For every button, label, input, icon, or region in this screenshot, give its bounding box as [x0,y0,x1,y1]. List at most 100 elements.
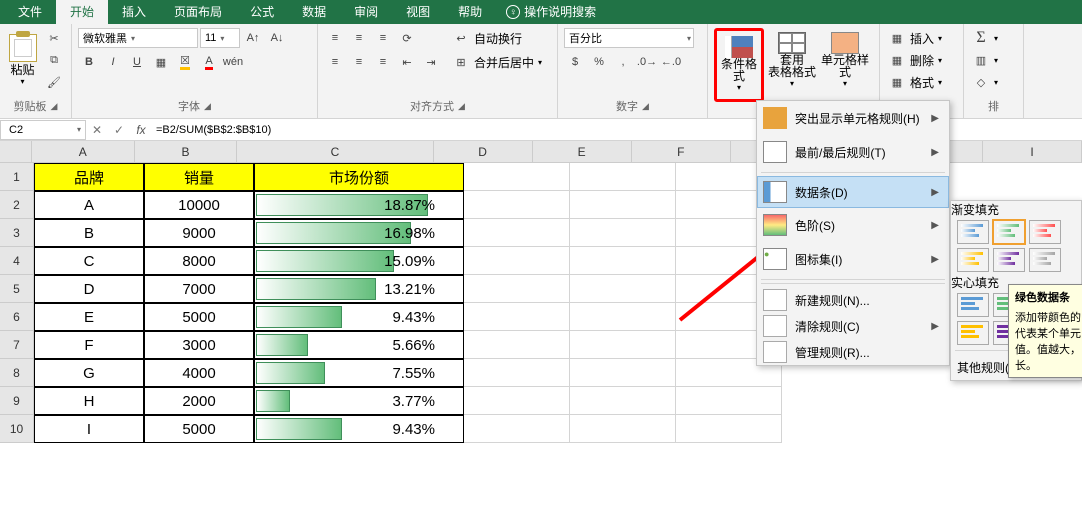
cf-menu-item[interactable]: 数据条(D)▶ [757,176,949,208]
cf-rule-item[interactable]: 清除规则(C)▶ [757,313,949,339]
empty-cell[interactable] [570,163,676,191]
empty-cell[interactable] [464,331,570,359]
merge-center-button[interactable]: 合并后居中 [474,54,534,71]
wrap-text-button[interactable]: 自动换行 [474,30,522,47]
databar-swatch[interactable] [957,321,989,345]
name-box[interactable]: C2▾ [0,120,86,140]
increase-font-button[interactable]: A↑ [242,28,264,48]
currency-button[interactable]: $ [564,52,586,72]
insert-cells-button[interactable]: 插入 [910,30,934,47]
tell-me[interactable]: 操作说明搜索 [524,0,610,24]
launcher-icon[interactable]: ◢ [204,101,211,112]
tab-help[interactable]: 帮助 [444,0,496,24]
empty-cell[interactable] [464,191,570,219]
cf-rule-item[interactable]: 新建规则(N)... [757,287,949,313]
col-header-F[interactable]: F [632,141,731,163]
col-header-B[interactable]: B [135,141,238,163]
empty-cell[interactable] [676,387,782,415]
cell-share[interactable]: 9.43% [254,415,464,443]
empty-cell[interactable] [570,219,676,247]
number-format-combo[interactable]: 百分比▾ [564,28,694,48]
conditional-format-button[interactable]: 条件格式 ▾ [718,32,760,98]
percent-button[interactable]: % [588,52,610,72]
format-cells-button[interactable]: 格式 [910,74,934,91]
cell-share[interactable]: 15.09% [254,247,464,275]
col-header-D[interactable]: D [434,141,533,163]
tab-home[interactable]: 开始 [56,0,108,24]
accept-formula-button[interactable]: ✓ [108,123,130,137]
empty-cell[interactable] [464,303,570,331]
row-header[interactable]: 5 [0,275,34,303]
cell-sales[interactable]: 7000 [144,275,254,303]
row-header[interactable]: 10 [0,415,34,443]
databar-swatch[interactable] [957,220,989,244]
cf-menu-item[interactable]: 色阶(S)▶ [757,208,949,242]
empty-cell[interactable] [464,415,570,443]
tab-file[interactable]: 文件 [4,0,56,24]
select-all-triangle[interactable] [0,141,32,163]
fill-color-button[interactable]: ☒ [174,52,196,72]
cf-menu-item[interactable]: 图标集(I)▶ [757,242,949,276]
align-left-button[interactable]: ≡ [324,52,346,72]
align-bottom-button[interactable]: ≡ [372,28,394,48]
col-header-A[interactable]: A [32,141,135,163]
cell-brand[interactable]: A [34,191,144,219]
indent-left-button[interactable]: ⇤ [396,52,418,72]
launcher-icon[interactable]: ◢ [51,101,58,112]
cell-brand[interactable]: I [34,415,144,443]
cell-sales[interactable]: 9000 [144,219,254,247]
cell-share[interactable]: 7.55% [254,359,464,387]
cell-sales[interactable]: 3000 [144,331,254,359]
tab-formulas[interactable]: 公式 [236,0,288,24]
cell-sales[interactable]: 5000 [144,415,254,443]
row-header[interactable]: 9 [0,387,34,415]
tab-view[interactable]: 视图 [392,0,444,24]
row-header[interactable]: 4 [0,247,34,275]
align-right-button[interactable]: ≡ [372,52,394,72]
cut-button[interactable]: ✂ [43,28,65,48]
col-header-C[interactable]: C [237,141,433,163]
row-header[interactable]: 2 [0,191,34,219]
empty-cell[interactable] [464,163,570,191]
font-color-button[interactable]: A [198,52,220,72]
databar-swatch[interactable] [1029,248,1061,272]
launcher-icon[interactable]: ◢ [458,101,465,112]
format-painter-button[interactable]: 🖌 [43,72,65,92]
row-header[interactable]: 6 [0,303,34,331]
databar-swatch[interactable] [993,220,1025,244]
databar-swatch[interactable] [957,293,989,317]
tab-review[interactable]: 审阅 [340,0,392,24]
empty-cell[interactable] [570,275,676,303]
autosum-button[interactable]: Σ [970,28,992,48]
cf-menu-item[interactable]: 最前/最后规则(T)▶ [757,135,949,169]
fx-button[interactable]: fx [130,123,152,137]
align-top-button[interactable]: ≡ [324,28,346,48]
col-header-I[interactable]: I [983,141,1082,163]
cell-brand[interactable]: H [34,387,144,415]
empty-cell[interactable] [464,219,570,247]
cell-sales[interactable]: 10000 [144,191,254,219]
clear-button[interactable]: ◇ [970,72,992,92]
italic-button[interactable]: I [102,52,124,72]
pinyin-button[interactable]: wén [222,52,244,72]
empty-cell[interactable] [570,415,676,443]
databar-swatch[interactable] [957,248,989,272]
copy-button[interactable]: ⧉ [43,50,65,70]
border-button[interactable]: ▦ [150,52,172,72]
font-size-combo[interactable]: 11▾ [200,28,240,48]
tab-insert[interactable]: 插入 [108,0,160,24]
cell-brand[interactable]: E [34,303,144,331]
cell-sales[interactable]: 8000 [144,247,254,275]
databar-swatch[interactable] [993,248,1025,272]
cell-brand[interactable]: G [34,359,144,387]
cell-share[interactable]: 5.66% [254,331,464,359]
empty-cell[interactable] [570,303,676,331]
row-header[interactable]: 7 [0,331,34,359]
col-header-E[interactable]: E [533,141,632,163]
empty-cell[interactable] [570,359,676,387]
tab-page-layout[interactable]: 页面布局 [160,0,236,24]
empty-cell[interactable] [464,387,570,415]
underline-button[interactable]: U [126,52,148,72]
empty-cell[interactable] [464,359,570,387]
row-header[interactable]: 8 [0,359,34,387]
